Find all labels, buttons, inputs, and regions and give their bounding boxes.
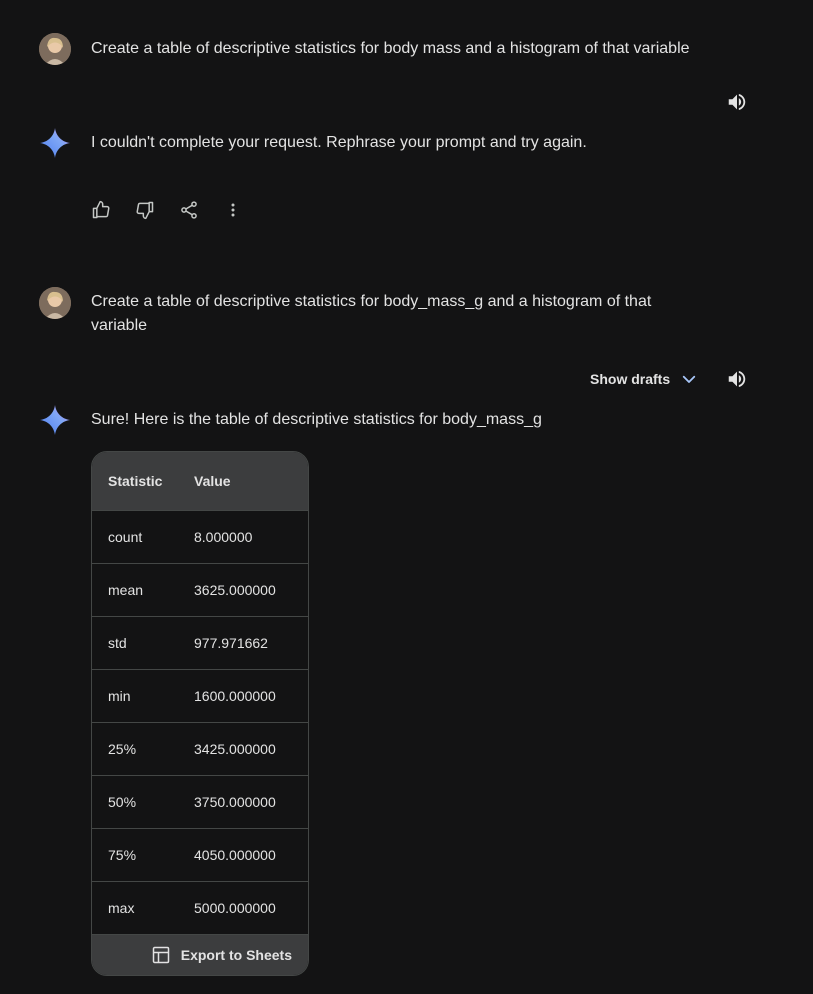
table-cell-stat: std xyxy=(108,635,127,651)
table-cell-stat: 75% xyxy=(108,847,137,863)
gemini-sparkle-icon xyxy=(40,128,70,158)
table-cell-value: 977.971662 xyxy=(194,635,268,651)
table-header-cell: Value xyxy=(194,473,231,489)
user-avatar xyxy=(39,33,71,65)
show-drafts-label: Show drafts xyxy=(590,371,671,387)
table-row: max 5000.000000 xyxy=(92,881,308,934)
table-cell-value: 3750.000000 xyxy=(194,794,276,810)
chevron-down-icon xyxy=(682,375,696,383)
volume-up-icon[interactable] xyxy=(725,367,749,391)
table-cell-stat: max xyxy=(108,900,135,916)
share-icon[interactable] xyxy=(177,198,201,222)
table-row: min 1600.000000 xyxy=(92,669,308,722)
table-row: count 8.000000 xyxy=(92,510,308,563)
table-row: 25% 3425.000000 xyxy=(92,722,308,775)
table-cell-value: 8.000000 xyxy=(194,529,253,545)
table-header-row: Statistic Value xyxy=(92,452,308,510)
table-cell-stat: count xyxy=(108,529,143,545)
user-prompt-2: Create a table of descriptive statistics… xyxy=(91,293,652,334)
statistics-table: Statistic Value count 8.000000 mean 3625… xyxy=(91,451,309,976)
table-row: 50% 3750.000000 xyxy=(92,775,308,828)
table-cell-stat: mean xyxy=(108,582,144,598)
export-to-sheets-label: Export to Sheets xyxy=(180,947,292,963)
table-cell-value: 3425.000000 xyxy=(194,741,276,757)
user-avatar xyxy=(39,287,71,319)
table-cell-value: 3625.000000 xyxy=(194,582,276,598)
table-row: mean 3625.000000 xyxy=(92,563,308,616)
table-cell-value: 5000.000000 xyxy=(194,900,276,916)
table-header-cell: Statistic xyxy=(108,473,163,489)
table-cell-stat: 50% xyxy=(108,794,137,810)
table-row: 75% 4050.000000 xyxy=(92,828,308,881)
bot-response-2: Sure! Here is the table of descriptive s… xyxy=(91,411,542,428)
more-vert-icon[interactable] xyxy=(221,198,245,222)
volume-up-icon[interactable] xyxy=(725,90,749,114)
export-to-sheets-button[interactable]: Export to Sheets xyxy=(92,934,308,975)
table-row: std 977.971662 xyxy=(92,616,308,669)
thumb-down-icon[interactable] xyxy=(133,198,157,222)
user-prompt-1: Create a table of descriptive statistics… xyxy=(91,40,690,57)
table-cell-value: 4050.000000 xyxy=(194,847,276,863)
bot-response-1: I couldn't complete your request. Rephra… xyxy=(91,134,587,151)
thumb-up-icon[interactable] xyxy=(89,198,113,222)
table-icon xyxy=(152,946,169,964)
show-drafts-button[interactable]: Show drafts xyxy=(590,366,698,392)
table-cell-stat: 25% xyxy=(108,741,137,757)
table-cell-stat: min xyxy=(108,688,131,704)
table-cell-value: 1600.000000 xyxy=(194,688,276,704)
gemini-sparkle-icon xyxy=(40,405,70,435)
